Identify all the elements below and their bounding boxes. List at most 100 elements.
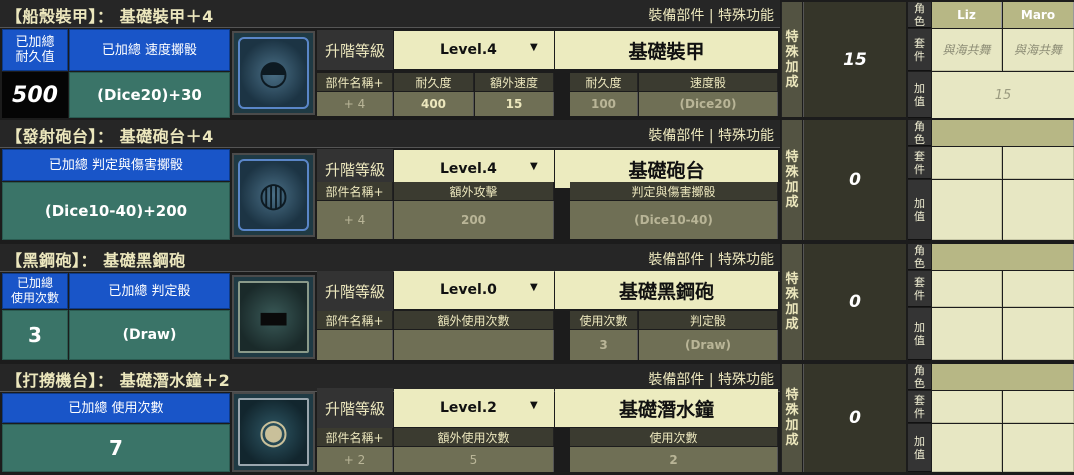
- player-set: [932, 391, 1002, 423]
- table-cell: 100: [570, 92, 638, 116]
- hull-armor-icon: ◓: [232, 31, 315, 115]
- player-name: Liz: [932, 2, 1002, 28]
- bonus-label: 加 值: [908, 424, 931, 472]
- table-cell: (Dice20): [639, 92, 778, 116]
- table-cell: + 4: [317, 201, 393, 239]
- total-uses-label: 已加總 使用次數: [2, 273, 68, 309]
- table-cell: 200: [394, 201, 554, 239]
- col-header: 使用次數: [570, 311, 638, 329]
- col-header: 耐久度: [570, 73, 638, 91]
- table-cell: 5: [394, 447, 554, 472]
- section-function-label: 裝備部件 | 特殊功能: [648, 8, 774, 24]
- part-name: 基礎黑鋼砲: [555, 271, 778, 309]
- role-label: 角 色: [908, 120, 931, 146]
- special-bonus-value: 0: [803, 364, 906, 472]
- total-durability-value: 500: [2, 72, 68, 118]
- table-cell: [317, 330, 393, 360]
- role-label: 角 色: [908, 364, 931, 390]
- col-header: 部件名稱+: [317, 73, 393, 91]
- player-name-row: [932, 244, 1074, 270]
- player-set: 與海共舞: [1003, 29, 1074, 71]
- total-hit-damage-roll-value: (Dice10-40)+200: [2, 182, 230, 240]
- set-label: 套 件: [908, 29, 931, 71]
- col-header: 額外速度: [475, 73, 554, 91]
- part-name: 基礎裝甲: [555, 31, 778, 69]
- player-bonus: [932, 308, 1002, 360]
- section-function-label: 裝備部件 | 特殊功能: [648, 372, 774, 388]
- col-header: 部件名稱+: [317, 311, 393, 329]
- chevron-down-icon[interactable]: ▼: [530, 42, 538, 53]
- level-select[interactable]: Level.0 ▼: [394, 271, 554, 309]
- bonus-label: 加 值: [908, 72, 931, 118]
- table-cell: 15: [475, 92, 554, 116]
- section-title: 【打撈機台】： 基礎潛水鐘＋2: [6, 371, 231, 390]
- col-header: 判定骰: [639, 311, 778, 329]
- col-header: 耐久度: [394, 73, 474, 91]
- table-cell: 3: [570, 330, 638, 360]
- section-title: 【發射砲台】： 基礎砲台＋4: [6, 127, 214, 146]
- special-bonus-value: 0: [803, 120, 906, 240]
- total-check-roll-label: 已加總 判定骰: [69, 273, 230, 309]
- table-cell: (Draw): [639, 330, 778, 360]
- upgrade-level-label: 升階等級: [317, 388, 393, 428]
- part-name: 基礎潛水鐘: [555, 389, 778, 427]
- special-bonus-label: 特 殊 加 成: [781, 364, 802, 472]
- level-select[interactable]: Level.2 ▼: [394, 389, 554, 427]
- section-title: 【黑鋼砲】： 基礎黑鋼砲: [6, 251, 186, 270]
- set-label: 套 件: [908, 147, 931, 179]
- section-hull-armor: 【船殼裝甲】： 基礎裝甲＋4 裝備部件 | 特殊功能 已加總 耐久值 已加總 速…: [0, 0, 1074, 120]
- table-cell: 2: [570, 447, 778, 472]
- total-hit-damage-roll-label: 已加總 判定與傷害擲骰: [2, 149, 230, 181]
- black-steel-cannon-icon: ▬: [232, 275, 315, 359]
- table-cell: + 4: [317, 92, 393, 116]
- section-cannon-turret: 【發射砲台】： 基礎砲台＋4 裝備部件 | 特殊功能 已加總 判定與傷害擲骰 (…: [0, 120, 1074, 243]
- table-cell: 400: [394, 92, 474, 116]
- chevron-down-icon[interactable]: ▼: [530, 400, 538, 411]
- table-cell: + 2: [317, 447, 393, 472]
- col-header: 額外使用次數: [394, 428, 554, 446]
- role-label: 角 色: [908, 2, 931, 28]
- set-label: 套 件: [908, 271, 931, 307]
- total-check-roll-value: (Draw): [69, 310, 230, 360]
- player-set: [932, 271, 1002, 307]
- level-value: Level.0: [440, 282, 497, 298]
- bonus-label: 加 值: [908, 308, 931, 360]
- level-value: Level.4: [440, 161, 497, 177]
- total-uses-label: 已加總 使用次數: [2, 393, 230, 423]
- player-bonus: [1003, 424, 1074, 472]
- set-label: 套 件: [908, 391, 931, 423]
- special-bonus-value: 15: [803, 2, 906, 117]
- table-cell: [394, 330, 554, 360]
- section-function-label: 裝備部件 | 特殊功能: [648, 252, 774, 268]
- player-bonus: [932, 424, 1002, 472]
- chevron-down-icon[interactable]: ▼: [530, 161, 538, 172]
- col-header: 部件名稱+: [317, 182, 393, 200]
- bonus-value: 15: [932, 72, 1074, 118]
- player-name-row: [932, 364, 1074, 390]
- chevron-down-icon[interactable]: ▼: [530, 282, 538, 293]
- player-set: [1003, 271, 1074, 307]
- col-header: 部件名稱+: [317, 428, 393, 446]
- table-cell: (Dice10-40): [570, 201, 778, 239]
- special-bonus-label: 特 殊 加 成: [781, 120, 802, 240]
- special-bonus-label: 特 殊 加 成: [781, 244, 802, 360]
- level-value: Level.2: [440, 400, 497, 416]
- upgrade-level-label: 升階等級: [317, 30, 393, 70]
- level-select[interactable]: Level.4 ▼: [394, 31, 554, 69]
- bonus-label: 加 值: [908, 180, 931, 240]
- upgrade-level-label: 升階等級: [317, 271, 393, 311]
- total-speed-roll-label: 已加總 速度擲骰: [69, 29, 230, 71]
- col-header: 速度骰: [639, 73, 778, 91]
- cannon-turret-icon: ◍: [232, 153, 315, 237]
- special-bonus-label: 特 殊 加 成: [781, 2, 802, 117]
- total-uses-value: 3: [2, 310, 68, 360]
- player-bonus: [932, 180, 1002, 240]
- section-function-label: 裝備部件 | 特殊功能: [648, 128, 774, 144]
- section-salvage-platform: 【打撈機台】： 基礎潛水鐘＋2 裝備部件 | 特殊功能 已加總 使用次數 7 ◉…: [0, 364, 1074, 475]
- section-black-steel-cannon: 【黑鋼砲】： 基礎黑鋼砲 裝備部件 | 特殊功能 已加總 使用次數 已加總 判定…: [0, 244, 1074, 363]
- player-set: [932, 147, 1002, 179]
- player-name: Maro: [1003, 2, 1074, 28]
- section-header: 【發射砲台】： 基礎砲台＋4 裝備部件 | 特殊功能: [0, 120, 780, 148]
- role-label: 角 色: [908, 244, 931, 270]
- player-name-row: [932, 120, 1074, 146]
